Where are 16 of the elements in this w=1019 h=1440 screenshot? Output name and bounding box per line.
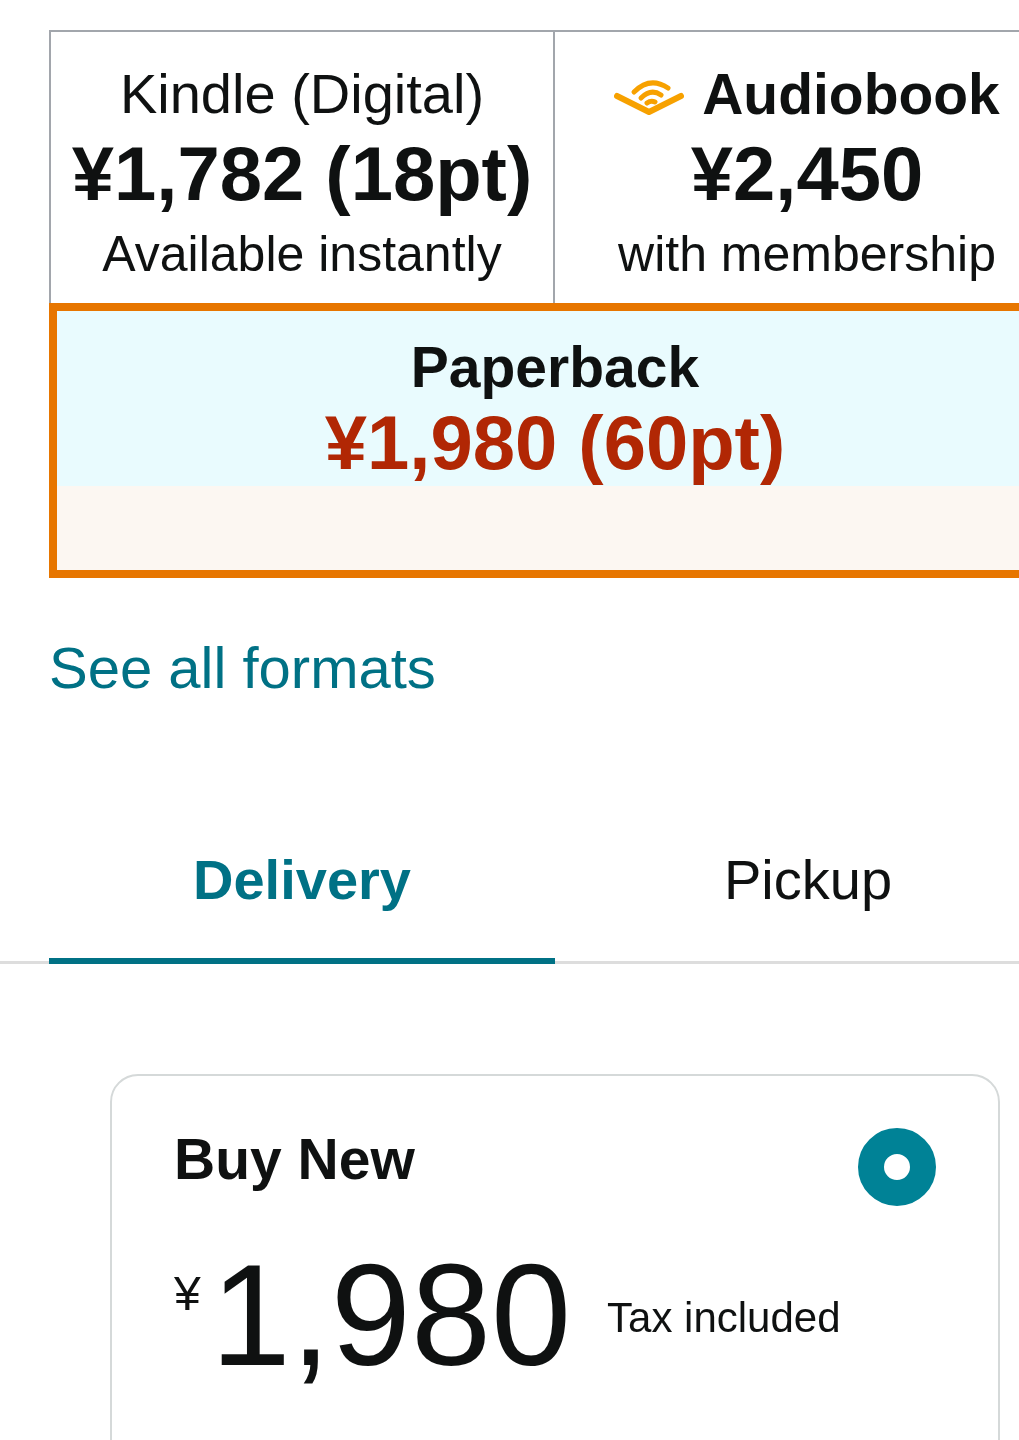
format-note: with membership xyxy=(618,225,996,284)
tax-note: Tax included xyxy=(607,1297,841,1339)
format-note: Available instantly xyxy=(102,225,502,284)
format-title: Audiobook xyxy=(702,61,1000,128)
format-price: ¥2,450 xyxy=(690,134,924,214)
tab[interactable]: Delivery xyxy=(49,845,555,964)
format-title: Paperback xyxy=(410,334,700,401)
format-option[interactable]: Paperback ¥1,980 (60pt) xyxy=(49,303,1019,578)
format-price: ¥1,782 (18pt) xyxy=(71,134,533,214)
format-title: Kindle (Digital) xyxy=(119,61,485,127)
price-amount: 1,980 xyxy=(210,1244,572,1388)
format-option[interactable]: Kindle (Digital) ¥1,782 (18pt) Available instantly xyxy=(49,30,555,303)
see-all-formats-link[interactable]: See all formats xyxy=(49,633,436,703)
currency-symbol: ¥ xyxy=(174,1270,201,1318)
offer-title: Buy New xyxy=(174,1126,415,1193)
tab[interactable]: Pickup xyxy=(555,845,1019,964)
